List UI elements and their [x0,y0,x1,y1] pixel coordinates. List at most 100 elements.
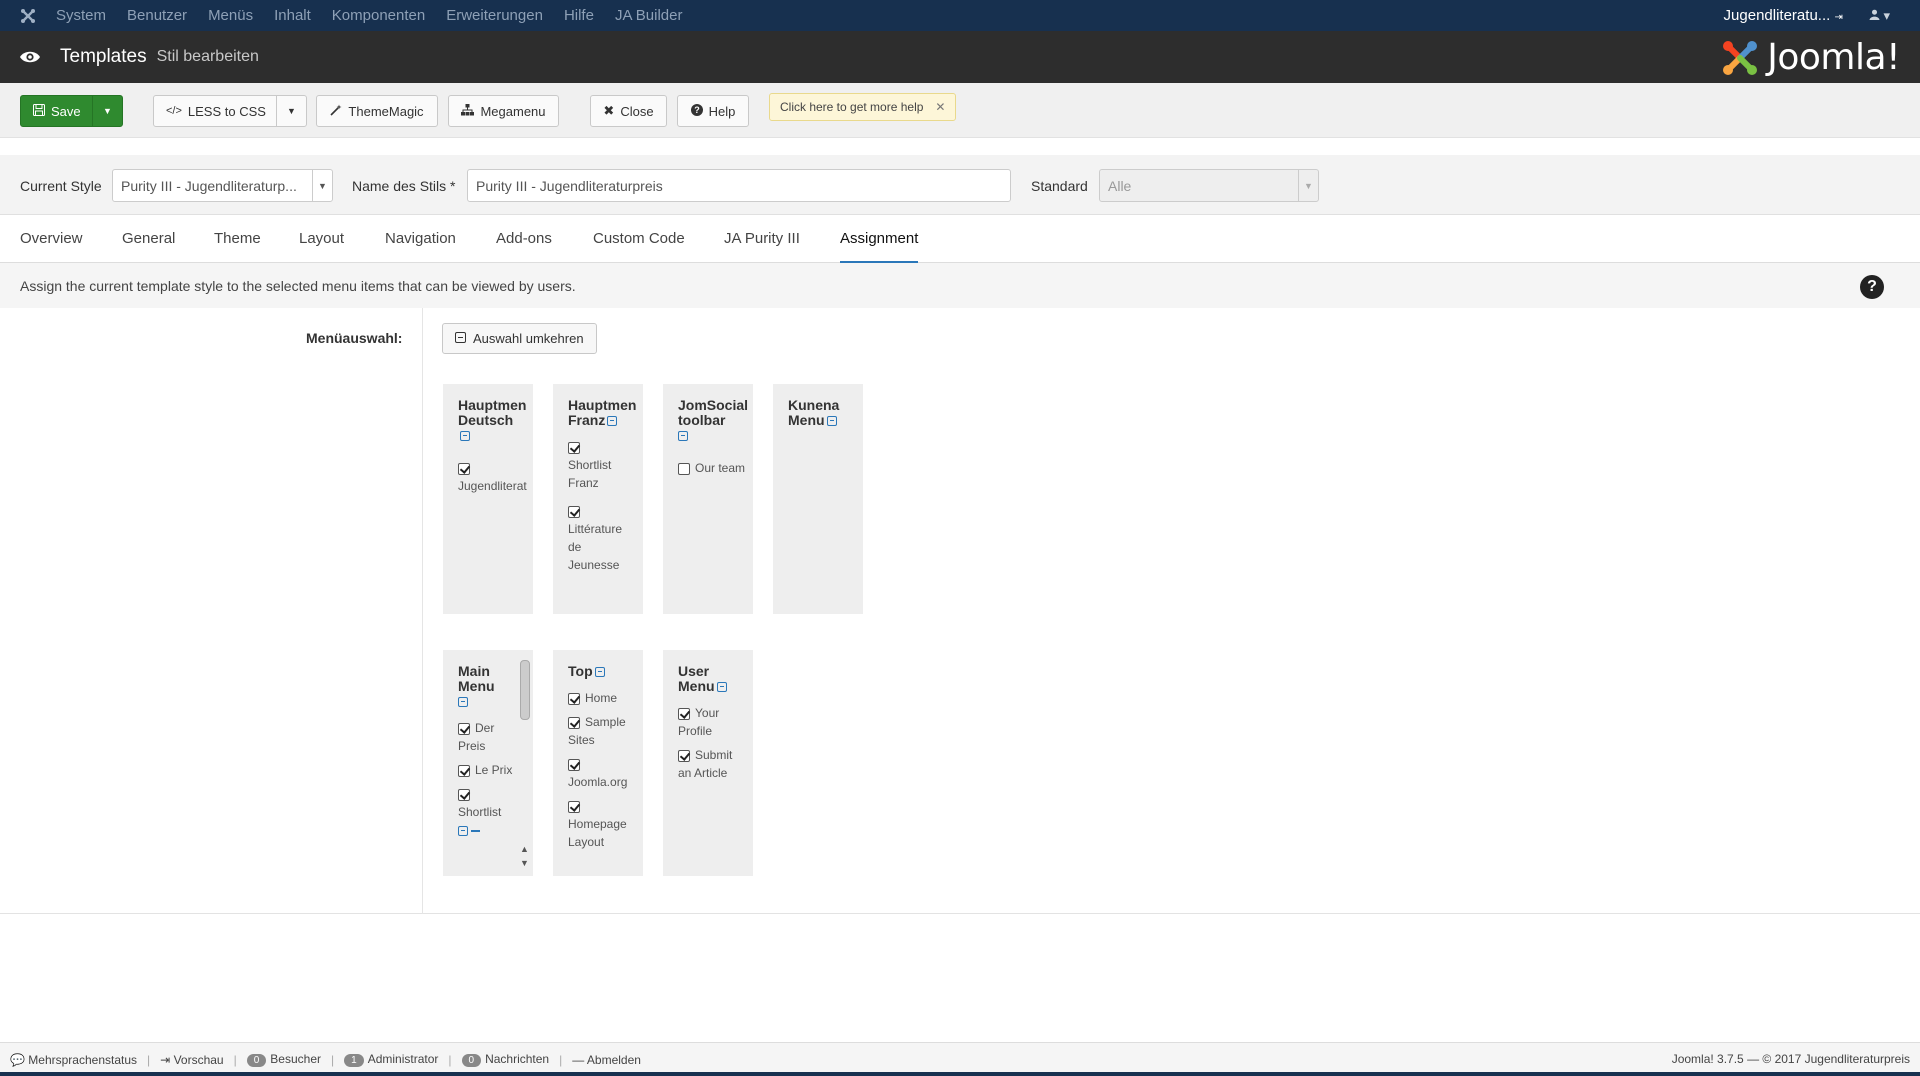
help-icon[interactable]: ? [1860,275,1884,299]
invert-selection-button[interactable]: Auswahl umkehren [442,323,597,354]
tip-close-icon[interactable]: ✕ [935,100,945,114]
menu-item[interactable]: Sample Sites [568,713,635,749]
menu-benutzer[interactable]: Benutzer [127,7,187,24]
checkbox-checked[interactable] [568,716,580,729]
tab-addons[interactable]: Add-ons [496,230,552,261]
checkbox-checked[interactable] [568,800,580,813]
help-button[interactable]: ? Help [677,95,749,127]
menu-hilfe[interactable]: Hilfe [564,7,594,24]
multilang-status-link[interactable]: 💬 Mehrsprachenstatus [10,1053,137,1067]
menu-item[interactable]: Jugendliterat [458,459,527,495]
checkbox-checked[interactable] [678,749,690,762]
thememagic-button[interactable]: ThemeMagic [316,95,438,127]
help-tip[interactable]: Click here to get more help ✕ [769,93,957,121]
tab-theme[interactable]: Theme [214,230,261,261]
menu-item[interactable]: Our team [678,459,745,477]
scroll-up-icon[interactable]: ▲ [520,844,529,854]
menu-item[interactable]: Shortlist Franz [568,438,635,492]
tab-assignment[interactable]: Assignment [840,230,919,264]
menu-card-user-menu: User Menu Your Profile Submit an Article [663,650,753,876]
menu-item[interactable]: Your Profile [678,704,745,740]
checkbox-checked[interactable] [458,462,470,475]
assignment-info: Assign the current template style to the… [0,263,1920,308]
toggle-group-icon[interactable] [594,667,605,678]
tab-custom-code[interactable]: Custom Code [593,230,685,261]
checkbox-checked[interactable] [458,722,470,735]
scrollbar-thumb[interactable] [520,660,530,720]
checkbox-checked[interactable] [678,707,690,720]
user-menu-icon[interactable]: ▾ [1869,8,1890,24]
visitors-badge: 0 [246,1054,267,1067]
checkbox-checked[interactable] [458,764,470,777]
standard-label: Standard [1031,178,1088,194]
menu-item[interactable]: Submit an Article [678,746,745,782]
tab-overview[interactable]: Overview [20,230,83,261]
checkbox-checked[interactable] [568,758,580,771]
logout-link[interactable]: — Abmelden [572,1053,641,1067]
save-dropdown-toggle[interactable]: ▼ [92,96,122,126]
less-to-css-button[interactable]: </> LESS to CSS ▼ [153,95,307,127]
checkbox-checked[interactable] [568,505,580,518]
menu-komponenten[interactable]: Komponenten [332,7,425,24]
toggle-group-icon[interactable] [458,825,468,836]
standard-select[interactable]: Alle ▼ [1099,169,1319,202]
close-label: Close [620,103,654,119]
toggle-group-icon[interactable] [460,431,470,442]
status-bar: 💬 Mehrsprachenstatus | ⇥ Vorschau | 0 Bes… [0,1042,1920,1076]
toggle-group-icon[interactable] [458,697,468,708]
close-icon: ✖ [603,103,615,118]
visitors-link[interactable]: 0 Besucher [246,1052,321,1067]
style-name-input[interactable]: Purity III - Jugendliteraturpreis [467,169,1011,202]
checkbox-unchecked[interactable] [678,462,690,475]
menu-item[interactable]: Homepage Layout [568,797,635,851]
messages-link[interactable]: 0 Nachrichten [461,1052,549,1067]
svg-text:?: ? [694,105,700,115]
standard-value: Alle [1108,177,1132,194]
magic-wand-icon [330,104,342,119]
close-button[interactable]: ✖ Close [590,95,667,127]
preview-link[interactable]: ⇥ Vorschau [160,1053,223,1067]
current-style-select[interactable]: Purity III - Jugendliteraturp... ▼ [112,169,333,202]
less-dropdown-toggle[interactable]: ▼ [276,96,306,126]
joomla-icon[interactable] [0,0,56,31]
menu-menus[interactable]: Menüs [208,7,253,24]
menu-card-hauptmen-franz: Hauptmen Franz Shortlist Franz Littératu… [553,384,643,614]
minus-icon: — [572,1052,585,1067]
tab-general[interactable]: General [122,230,175,261]
tab-layout[interactable]: Layout [299,230,344,261]
menu-card-scrollbar[interactable]: ▲ ▼ [519,658,531,873]
menu-ja-builder[interactable]: JA Builder [615,7,683,24]
menu-erweiterungen[interactable]: Erweiterungen [446,7,543,24]
tab-ja-purity[interactable]: JA Purity III [724,230,800,261]
checkbox-checked[interactable] [458,788,470,801]
menu-item[interactable]: Joomla.org [568,755,635,791]
toggle-group-icon[interactable] [678,431,688,442]
menu-item[interactable]: Le Prix [458,761,516,779]
toggle-group-icon[interactable] [826,416,837,427]
external-link-icon: ⇥ [160,1052,171,1067]
menu-item[interactable]: Shortlist [458,785,516,839]
tab-navigation[interactable]: Navigation [385,230,456,261]
version-info: Joomla! 3.7.5 — © 2017 Jugendliteraturpr… [1671,1052,1910,1066]
messages-badge: 0 [461,1054,482,1067]
toggle-group-icon[interactable] [716,682,727,693]
save-button[interactable]: Save ▼ [20,95,123,127]
admin-link[interactable]: 1 Administrator [344,1052,438,1067]
menu-item[interactable]: Der Preis [458,719,516,755]
menu-item[interactable]: Littérature de Jeunesse [568,502,635,574]
tab-bar: Overview General Theme Layout Navigation… [0,215,1920,264]
bottom-border [0,1072,1920,1076]
menu-system[interactable]: System [56,7,106,24]
menu-inhalt[interactable]: Inhalt [274,7,311,24]
checkbox-checked[interactable] [568,441,580,454]
menu-card-main-menu[interactable]: Main Menu Der Preis Le Prix Shortlist ▲ … [443,650,533,876]
menu-item[interactable]: Home [568,689,635,707]
top-menu: System Benutzer Menüs Inhalt Komponenten… [56,0,704,31]
scroll-down-icon[interactable]: ▼ [520,858,529,868]
site-link[interactable]: Jugendliteratu... ⇥ [1724,7,1843,24]
megamenu-button[interactable]: Megamenu [448,95,559,127]
checkbox-checked[interactable] [568,692,580,705]
toggle-group-icon[interactable] [607,416,618,427]
current-style-label: Current Style [20,178,102,194]
dash-icon [471,829,481,832]
